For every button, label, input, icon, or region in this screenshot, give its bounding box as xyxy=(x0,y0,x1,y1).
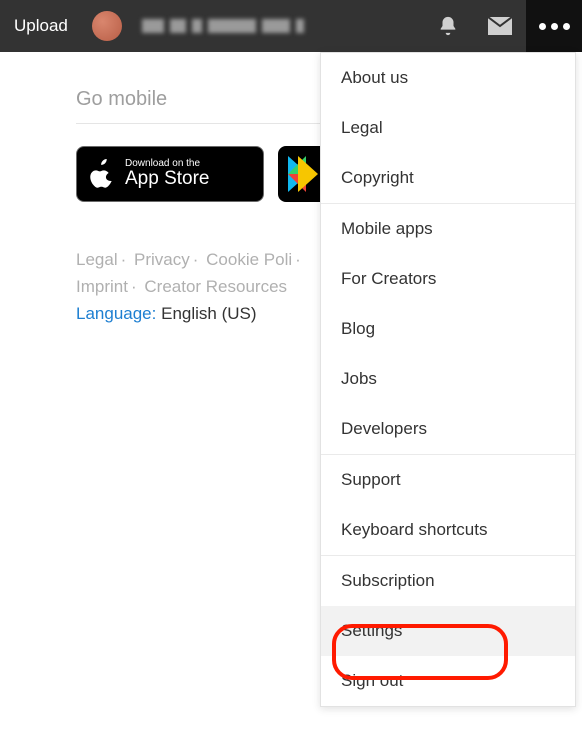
footer-link-legal[interactable]: Legal xyxy=(76,250,118,269)
menu-item-subscription[interactable]: Subscription xyxy=(321,556,575,606)
google-play-icon xyxy=(288,156,324,192)
footer-link-cookie[interactable]: Cookie Poli xyxy=(206,250,292,269)
footer-link-imprint[interactable]: Imprint xyxy=(76,277,128,296)
menu-item-developers[interactable]: Developers xyxy=(321,404,575,455)
footer-link-creator[interactable]: Creator Resources xyxy=(144,277,287,296)
upload-link[interactable]: Upload xyxy=(14,16,68,36)
menu-item-support[interactable]: Support xyxy=(321,455,575,505)
messages-icon[interactable] xyxy=(474,0,526,52)
menu-item-legal[interactable]: Legal xyxy=(321,103,575,153)
apple-icon xyxy=(87,159,117,189)
menu-item-mobile-apps[interactable]: Mobile apps xyxy=(321,204,575,254)
menu-item-settings[interactable]: Settings xyxy=(321,606,575,656)
menu-item-blog[interactable]: Blog xyxy=(321,304,575,354)
ellipsis-icon xyxy=(539,23,570,30)
menu-item-for-creators[interactable]: For Creators xyxy=(321,254,575,304)
menu-item-keyboard-shortcuts[interactable]: Keyboard shortcuts xyxy=(321,505,575,556)
language-label[interactable]: Language: xyxy=(76,304,156,323)
overflow-menu: About us Legal Copyright Mobile apps For… xyxy=(320,52,576,707)
app-store-badge[interactable]: Download on the App Store xyxy=(76,146,264,202)
apple-badge-big-text: App Store xyxy=(125,169,210,190)
username-redacted xyxy=(142,19,304,33)
notifications-icon[interactable] xyxy=(422,0,474,52)
menu-item-copyright[interactable]: Copyright xyxy=(321,153,575,204)
more-menu-button[interactable] xyxy=(526,0,582,52)
avatar[interactable] xyxy=(92,11,122,41)
menu-item-sign-out[interactable]: Sign out xyxy=(321,656,575,706)
menu-item-jobs[interactable]: Jobs xyxy=(321,354,575,404)
top-header: Upload xyxy=(0,0,582,52)
footer-link-privacy[interactable]: Privacy xyxy=(134,250,190,269)
language-value[interactable]: English (US) xyxy=(161,304,256,323)
menu-item-about-us[interactable]: About us xyxy=(321,53,575,103)
